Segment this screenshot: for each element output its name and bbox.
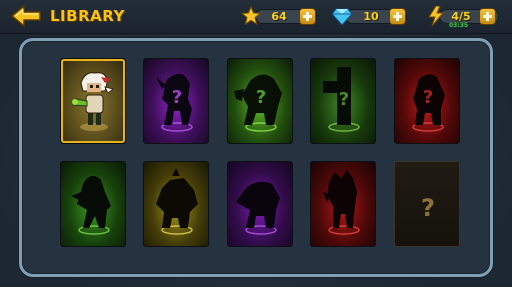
silhouette-spiker-icon: [323, 170, 360, 235]
svg-text:?: ?: [421, 194, 435, 222]
silhouette-crawler-icon: [236, 181, 280, 235]
svg-text:?: ?: [172, 87, 182, 108]
card-unlocked-hero[interactable]: [60, 58, 126, 144]
selected-frame: [61, 59, 125, 143]
silhouette-walker-icon: [71, 175, 111, 235]
star-icon: [241, 6, 261, 26]
back-arrow-icon[interactable]: [10, 5, 42, 27]
silhouette-ogre-icon: [156, 168, 198, 235]
question-mark-icon: ?: [421, 194, 435, 222]
gems-value: 10: [363, 10, 379, 23]
silhouette-brute-icon: ?: [412, 74, 445, 132]
card-purple-zombie[interactable]: ?: [143, 58, 209, 144]
energy-timer: 03:35: [449, 22, 469, 29]
silhouette-block-icon: ?: [323, 67, 360, 132]
card-green-hulk[interactable]: ?: [227, 58, 293, 144]
card-purple-crawler[interactable]: [227, 161, 293, 247]
page-title: LIBRARY: [50, 7, 125, 25]
card-red-spiker[interactable]: [310, 161, 376, 247]
diamond-icon: [331, 8, 353, 26]
card-red-brute[interactable]: ?: [394, 58, 460, 144]
stars-counter: 64: [241, 6, 319, 26]
stars-value: 64: [271, 10, 287, 23]
top-bar: LIBRARY 64 10 4/5 03:35: [0, 0, 512, 34]
silhouette-zombie-icon: ?: [156, 73, 193, 132]
card-empty-slot[interactable]: ?: [394, 161, 460, 247]
add-stars-button[interactable]: [299, 8, 316, 25]
gems-counter: 10: [331, 6, 409, 26]
card-green-walker[interactable]: [60, 161, 126, 247]
add-energy-button[interactable]: [479, 8, 496, 25]
svg-text:?: ?: [423, 87, 433, 108]
silhouette-hulk-icon: ?: [234, 74, 282, 132]
card-yellow-ogre[interactable]: [143, 161, 209, 247]
add-gems-button[interactable]: [389, 8, 406, 25]
svg-text:?: ?: [339, 89, 349, 110]
card-green-block[interactable]: ?: [310, 58, 376, 144]
svg-text:?: ?: [256, 87, 266, 108]
